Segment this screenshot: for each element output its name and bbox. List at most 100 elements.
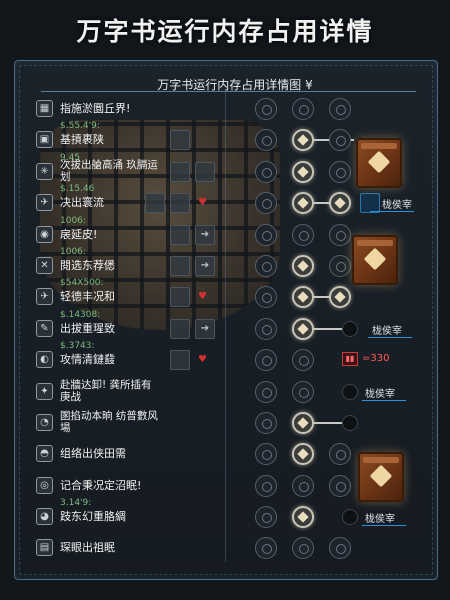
node-icon[interactable] xyxy=(329,286,351,309)
grid-cell[interactable]: ➔ xyxy=(195,318,215,339)
half-circle-icon: ◐ xyxy=(36,351,53,369)
node-icon[interactable] xyxy=(255,286,277,309)
treasure-chest-icon[interactable] xyxy=(358,452,404,502)
node-icon[interactable] xyxy=(292,160,314,183)
node-icon[interactable] xyxy=(292,254,314,277)
node-icon[interactable] xyxy=(329,160,351,183)
node-icon[interactable] xyxy=(255,98,277,120)
grid-icon: ▦ xyxy=(36,100,53,117)
node-icon[interactable] xyxy=(255,443,277,466)
node-icon[interactable] xyxy=(329,223,351,246)
node-icon[interactable] xyxy=(255,254,277,277)
node-icon[interactable] xyxy=(329,474,351,497)
empty-slot[interactable] xyxy=(342,383,358,400)
node-icon[interactable] xyxy=(255,160,277,183)
node-icon[interactable] xyxy=(255,192,277,215)
item-slot[interactable] xyxy=(360,193,380,214)
node-icon[interactable] xyxy=(292,474,314,497)
node-icon[interactable] xyxy=(292,317,314,340)
empty-slot[interactable] xyxy=(342,320,358,337)
node-icon[interactable] xyxy=(292,223,314,246)
node-icon[interactable] xyxy=(292,411,314,434)
spark-icon: ✳ xyxy=(36,162,53,180)
node-icon[interactable] xyxy=(292,443,314,466)
node-icon[interactable] xyxy=(292,537,314,560)
row-name: 出拔重瑆致 xyxy=(60,321,115,335)
row-name: 组络出侠田需 xyxy=(60,447,126,461)
chart-icon: ▮▮ xyxy=(342,352,358,367)
treasure-chest-icon[interactable] xyxy=(352,235,398,285)
grid-cell[interactable] xyxy=(170,224,190,245)
grid-cell[interactable] xyxy=(170,350,190,371)
eye-icon: ◉ xyxy=(36,225,53,243)
plane-icon: ✈ xyxy=(36,288,53,306)
grid-cell[interactable]: ➔ xyxy=(195,255,215,276)
grid-cell[interactable] xyxy=(170,287,190,308)
grid-cell[interactable] xyxy=(145,193,165,214)
grid-cell[interactable] xyxy=(170,318,190,339)
row-value: $.3743: xyxy=(60,341,95,352)
list-row[interactable]: ◐ $.3743: 攻情清鏈鼗 ♥ ▮▮ =330 xyxy=(30,341,430,376)
node-icon[interactable] xyxy=(329,443,351,466)
list-row[interactable]: ✦ 赴牆达卸! 龚所插有庚战 栊侯宰 xyxy=(30,377,430,408)
row-name: 决出寰流 xyxy=(60,196,104,210)
clock-icon: ◔ xyxy=(36,413,53,431)
row-name: 记合秉况定沼眠! xyxy=(60,478,142,492)
node-icon[interactable] xyxy=(329,129,351,152)
node-icon[interactable] xyxy=(255,506,277,529)
tile-icon: ▣ xyxy=(36,131,53,149)
node-icon[interactable] xyxy=(255,380,277,403)
row-name: 赴牆达卸! 龚所插有庚战 xyxy=(60,378,152,403)
list-row[interactable]: ▤ 琛眼出祖眠 xyxy=(30,533,430,564)
node-icon[interactable] xyxy=(255,129,277,152)
row-name: 圂掐动本晌 纺普數风場 xyxy=(60,409,158,434)
row-value: $54X500: xyxy=(60,278,104,289)
grid-cell[interactable] xyxy=(170,193,190,214)
row-name: 跂东幻重胳綢 xyxy=(60,510,126,524)
row-value: 1006: xyxy=(60,246,86,257)
pen-icon: ✎ xyxy=(36,319,53,337)
node-icon[interactable] xyxy=(292,349,314,372)
slot-label: 栊侯宰 xyxy=(382,200,412,212)
slot-label: 栊侯宰 xyxy=(372,325,402,337)
row-name: 次拔出艙高涌 玖膈运划 xyxy=(60,158,158,183)
list-row[interactable]: ✈ $.15.46 决出寰流 ♥ 栊侯宰 xyxy=(30,184,430,219)
panel-title-divider xyxy=(41,91,416,92)
empty-slot[interactable] xyxy=(342,414,358,431)
empty-slot[interactable] xyxy=(342,509,358,526)
row-value: $.14308: xyxy=(60,309,101,320)
red-value: =330 xyxy=(362,353,390,365)
label-underline xyxy=(370,211,414,213)
node-icon[interactable] xyxy=(255,537,277,560)
row-value: 3.14'9: xyxy=(60,498,92,509)
pie-icon: ◕ xyxy=(36,508,53,526)
node-icon[interactable] xyxy=(292,286,314,309)
grid-cell[interactable] xyxy=(195,161,215,182)
label-underline xyxy=(362,399,406,401)
node-icon[interactable] xyxy=(255,317,277,340)
grid-cell[interactable] xyxy=(170,255,190,276)
node-icon[interactable] xyxy=(292,192,314,215)
node-icon[interactable] xyxy=(255,223,277,246)
node-icon[interactable] xyxy=(329,537,351,560)
treasure-chest-icon[interactable] xyxy=(356,138,402,188)
node-icon[interactable] xyxy=(329,254,351,277)
node-icon[interactable] xyxy=(329,192,351,215)
slot-label: 栊侯宰 xyxy=(365,514,395,526)
row-value: $.15.46 xyxy=(60,184,95,195)
list-row[interactable]: ◕ 3.14'9: 跂东幻重胳綢 栊侯宰 xyxy=(30,498,430,533)
node-icon[interactable] xyxy=(329,98,351,120)
node-icon[interactable] xyxy=(292,506,314,529)
node-icon[interactable] xyxy=(292,98,314,120)
node-icon[interactable] xyxy=(255,349,277,372)
row-name: 基摃裹陕 xyxy=(60,133,104,147)
node-icon[interactable] xyxy=(255,474,277,497)
node-icon[interactable] xyxy=(292,129,314,152)
node-icon[interactable] xyxy=(255,411,277,434)
node-icon[interactable] xyxy=(292,380,314,403)
grid-cell[interactable] xyxy=(170,161,190,182)
grid-cell[interactable] xyxy=(170,130,190,151)
row-value: 1006: xyxy=(60,215,86,226)
list-row[interactable]: ◔ 圂掐动本晌 纺普數风場 xyxy=(30,408,430,439)
grid-cell[interactable]: ➔ xyxy=(195,224,215,245)
